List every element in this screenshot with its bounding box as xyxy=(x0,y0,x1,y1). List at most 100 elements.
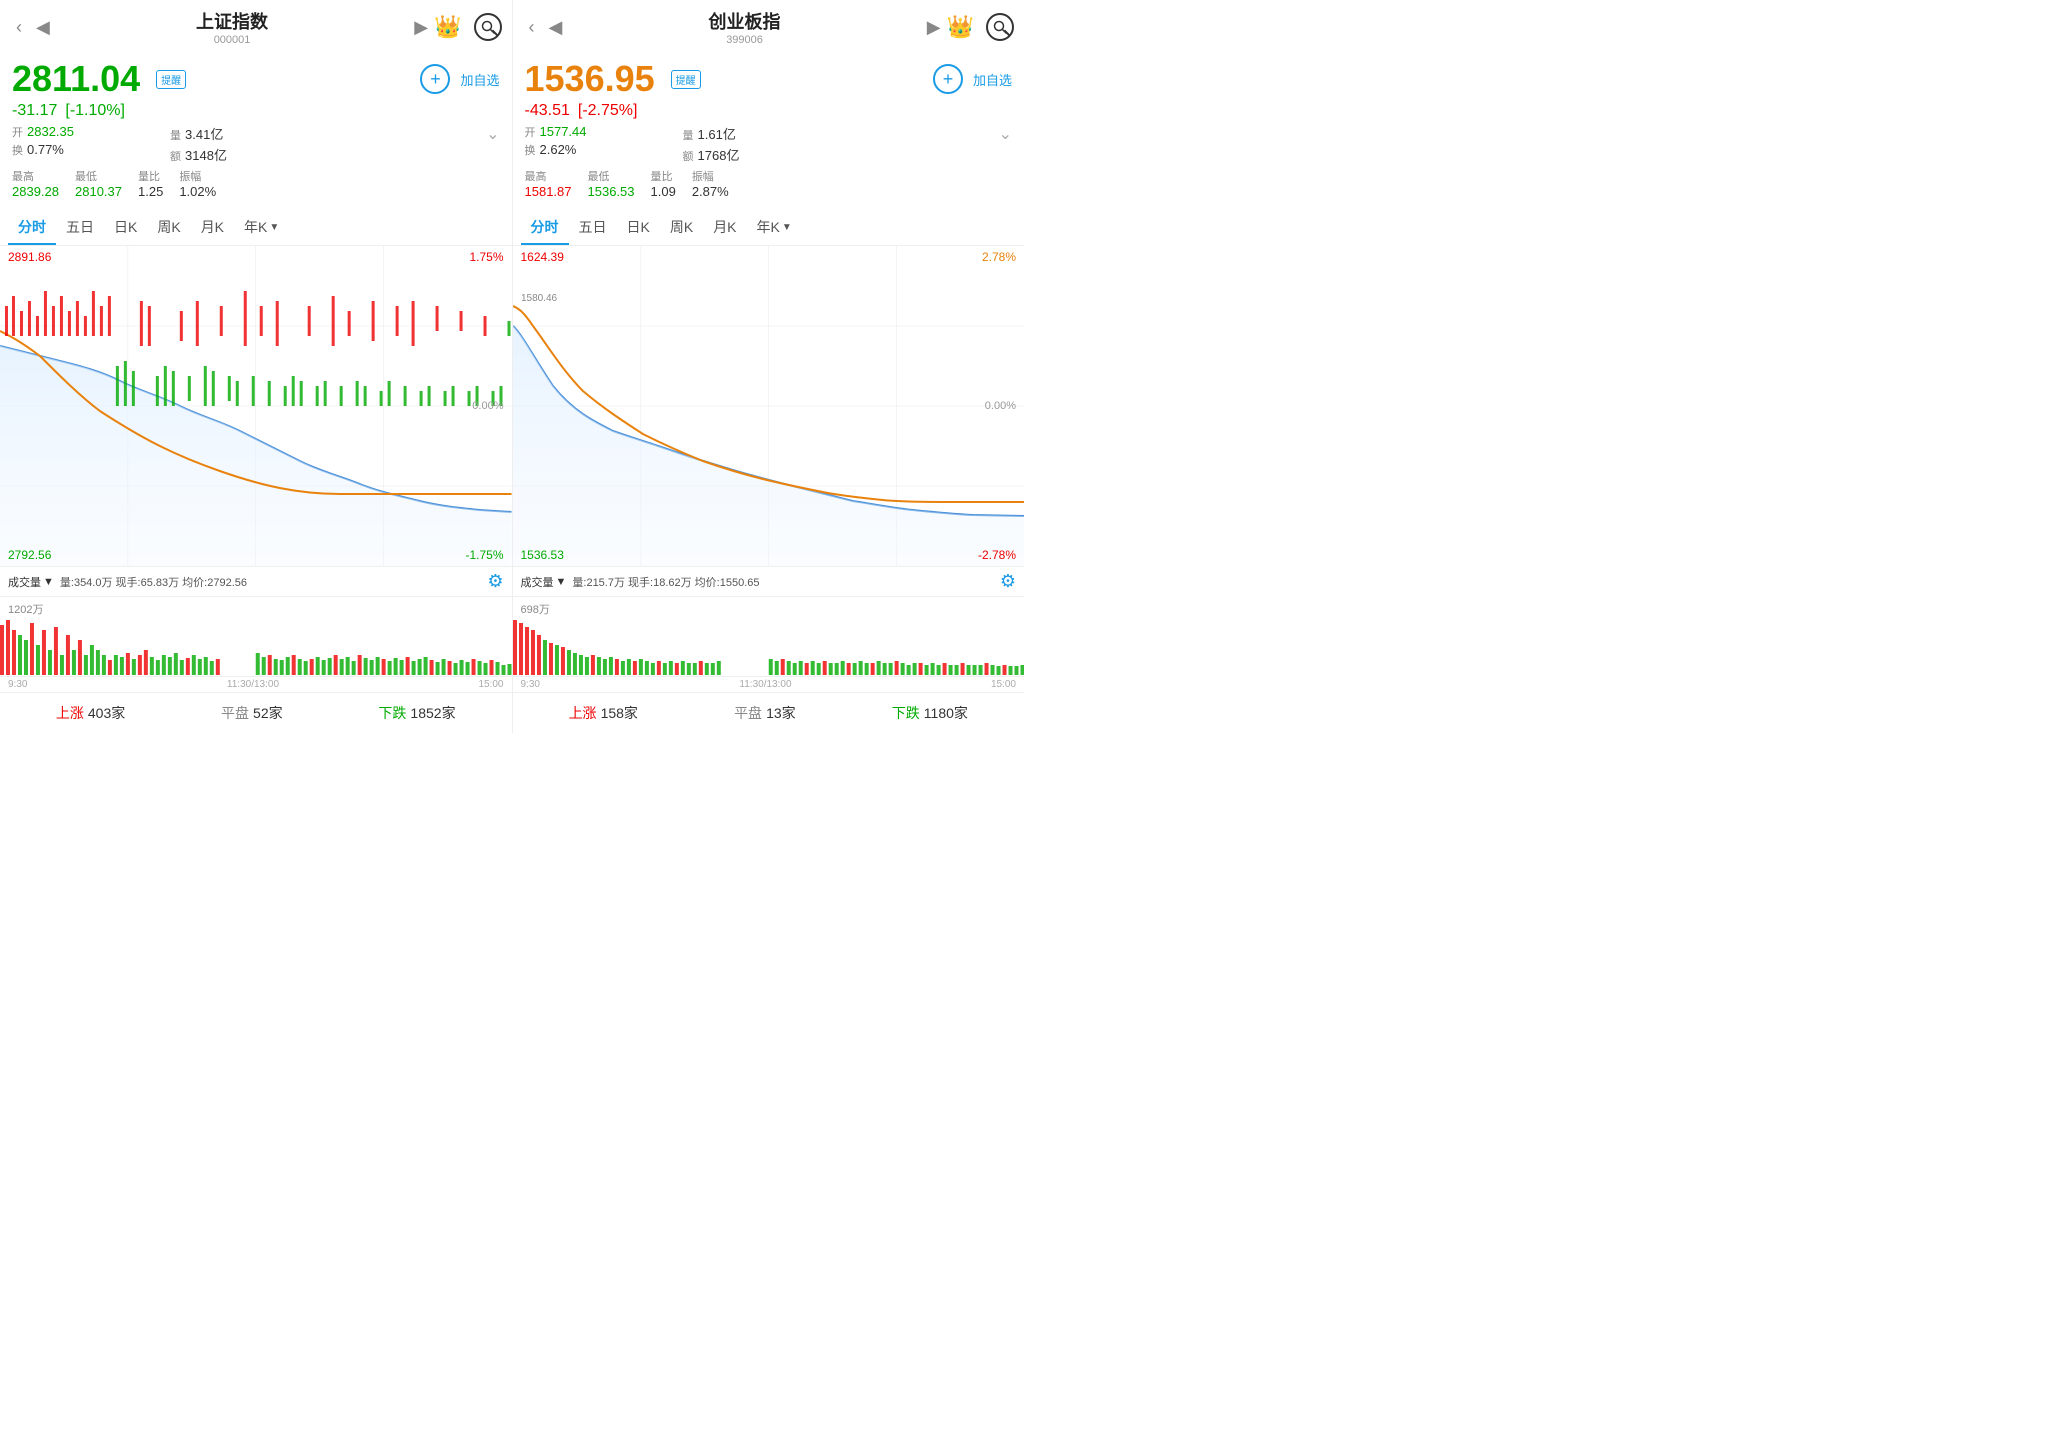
right-high-label: 最高 xyxy=(525,168,572,184)
right-tab-wuri[interactable]: 五日 xyxy=(569,209,617,245)
right-detail-open: 开 1577.44 换 2.62% xyxy=(525,124,683,164)
left-vol-dropdown-arrow: ▼ xyxy=(43,576,54,588)
right-stat-down-count: 1180家 xyxy=(924,703,968,723)
left-amp-label: 振幅 xyxy=(179,168,216,184)
left-tabs: 分时 五日 日K 周K 月K 年K▼ xyxy=(0,209,512,246)
left-change-row: -31.17 [-1.10%] xyxy=(12,102,500,120)
left-tab-wuri[interactable]: 五日 xyxy=(56,209,104,245)
right-price-section: 1536.95 提醒 + 加自选 -43.51 [-2.75%] 开 1577.… xyxy=(513,50,1025,205)
right-back-arrow[interactable]: ‹ xyxy=(523,17,541,38)
left-low-item: 最低 2810.37 xyxy=(75,168,122,199)
right-alert-button[interactable]: 提醒 xyxy=(671,70,701,89)
right-chart-svg: 1580.46 xyxy=(513,246,1025,566)
left-index-code: 000001 xyxy=(56,34,408,46)
right-stat-down: 下跌 1180家 xyxy=(892,703,968,723)
left-back-arrow[interactable]: ‹ xyxy=(10,17,28,38)
right-tabs: 分时 五日 日K 周K 月K 年K▼ xyxy=(513,209,1025,246)
right-chart-bottom-right: -2.78% xyxy=(978,548,1016,562)
right-bottom-stats: 上涨 158家 平盘 13家 下跌 1180家 xyxy=(513,692,1025,733)
left-price-change: -31.17 xyxy=(12,102,57,120)
left-stat-flat: 平盘 52家 xyxy=(221,703,283,723)
left-amt-value: 3148亿 xyxy=(185,145,227,164)
right-price-row: 1536.95 提醒 + 加自选 xyxy=(525,58,1013,100)
left-expand-arrow[interactable]: ⌄ xyxy=(486,124,499,164)
left-chart[interactable]: 2891.86 1.75% 0.00% 2792.56 -1.75% xyxy=(0,246,512,566)
left-open-label: 开 xyxy=(12,124,23,140)
right-tab-fenshi[interactable]: 分时 xyxy=(521,209,569,245)
right-vol-max-label: 698万 xyxy=(521,601,550,617)
left-watchlist-button[interactable]: 加自选 xyxy=(460,70,499,89)
left-highlow: 最高 2839.28 最低 2810.37 量比 1.25 振幅 1.02% xyxy=(12,168,500,199)
left-title-group: 上证指数 000001 xyxy=(56,8,408,46)
left-turn-label: 换 xyxy=(12,142,23,158)
left-tab-rik[interactable]: 日K xyxy=(104,209,147,245)
right-amt-label: 额 xyxy=(683,148,694,164)
left-volratio-label: 量比 xyxy=(138,168,163,184)
right-crown-icon[interactable]: 👑 xyxy=(947,14,974,40)
left-alert-button[interactable]: 提醒 xyxy=(156,70,186,89)
left-tab-yuek[interactable]: 月K xyxy=(191,209,234,245)
left-tab-fenshi[interactable]: 分时 xyxy=(8,209,56,245)
right-price-change-pct: [-2.75%] xyxy=(578,102,638,120)
left-price-section: 2811.04 提醒 + 加自选 -31.17 [-1.10%] 开 2832.… xyxy=(0,50,512,205)
left-prev-arrow[interactable]: ◀ xyxy=(30,17,56,38)
left-next-arrow[interactable]: ▶ xyxy=(408,17,434,38)
right-vol-details: 量:215.7万 现手:18.62万 均价:1550.65 xyxy=(572,574,759,590)
right-settings-icon[interactable]: ⚙ xyxy=(1000,571,1016,592)
right-header-icons: 👑 xyxy=(947,13,1014,41)
right-vol-label-text: 成交量 xyxy=(521,574,554,590)
right-tab-yuek[interactable]: 月K xyxy=(703,209,746,245)
right-stat-flat-label: 平盘 xyxy=(734,703,762,723)
right-volratio-value: 1.09 xyxy=(651,184,676,199)
right-volratio-label: 量比 xyxy=(651,168,676,184)
right-chart[interactable]: 1624.39 2.78% 0.00% 1536.53 -2.78% xyxy=(513,246,1025,566)
left-stat-flat-label: 平盘 xyxy=(221,703,249,723)
right-vol-value: 1.61亿 xyxy=(698,124,736,143)
left-search-icon[interactable] xyxy=(474,13,502,41)
right-tab-niank[interactable]: 年K▼ xyxy=(747,209,802,245)
right-detail-volume: 量 1.61亿 额 1768亿 xyxy=(683,124,841,164)
right-index-code: 399006 xyxy=(568,34,920,46)
right-volume-chart[interactable]: 698万 xyxy=(513,596,1025,676)
right-vol-dropdown[interactable]: 成交量 ▼ xyxy=(521,574,567,590)
right-turn-value: 2.62% xyxy=(540,142,577,157)
right-high-item: 最高 1581.87 xyxy=(525,168,572,199)
right-stat-flat-count: 13家 xyxy=(766,703,796,723)
right-highlow: 最高 1581.87 最低 1536.53 量比 1.09 振幅 2.87% xyxy=(525,168,1013,199)
left-tab-zhouk[interactable]: 周K xyxy=(147,209,190,245)
right-volratio-item: 量比 1.09 xyxy=(651,168,676,199)
left-tab-niank[interactable]: 年K▼ xyxy=(234,209,289,245)
right-tab-rik[interactable]: 日K xyxy=(617,209,660,245)
right-watchlist-button[interactable]: 加自选 xyxy=(973,70,1012,89)
right-expand-arrow[interactable]: ⌄ xyxy=(999,124,1012,164)
right-panel: ‹ ◀ 创业板指 399006 ▶ 👑 1536.95 xyxy=(513,0,1025,733)
right-tab-zhouk[interactable]: 周K xyxy=(660,209,703,245)
left-price-change-pct: [-1.10%] xyxy=(65,102,125,120)
right-prev-arrow[interactable]: ◀ xyxy=(543,17,569,38)
right-chart-top-right: 2.78% xyxy=(982,250,1016,264)
left-crown-icon[interactable]: 👑 xyxy=(434,14,461,40)
left-header-icons: 👑 xyxy=(434,13,501,41)
right-details: 开 1577.44 换 2.62% 量 1.61亿 额 1768 xyxy=(525,124,1013,164)
left-high-item: 最高 2839.28 xyxy=(12,168,59,199)
right-search-icon[interactable] xyxy=(986,13,1014,41)
left-settings-icon[interactable]: ⚙ xyxy=(487,571,503,592)
right-main-price: 1536.95 xyxy=(525,58,655,100)
right-add-button[interactable]: + xyxy=(933,64,963,94)
left-vol-max-label: 1202万 xyxy=(8,601,43,617)
left-chart-svg xyxy=(0,246,512,566)
left-volume-chart[interactable]: 1202万 xyxy=(0,596,512,676)
right-stat-down-label: 下跌 xyxy=(892,703,920,723)
right-amp-label: 振幅 xyxy=(692,168,729,184)
left-index-title: 上证指数 xyxy=(56,8,408,34)
left-stat-up: 上涨 403家 xyxy=(56,703,125,723)
left-detail-expand xyxy=(328,124,486,164)
right-high-value: 1581.87 xyxy=(525,184,572,199)
right-next-arrow[interactable]: ▶ xyxy=(921,17,947,38)
right-title-group: 创业板指 399006 xyxy=(568,8,920,46)
left-header: ‹ ◀ 上证指数 000001 ▶ 👑 xyxy=(0,0,512,50)
left-vol-dropdown[interactable]: 成交量 ▼ xyxy=(8,574,54,590)
left-amt-label: 额 xyxy=(170,148,181,164)
left-add-button[interactable]: + xyxy=(420,64,450,94)
left-volume-bar: 成交量 ▼ 量:354.0万 现手:65.83万 均价:2792.56 ⚙ xyxy=(0,566,512,596)
